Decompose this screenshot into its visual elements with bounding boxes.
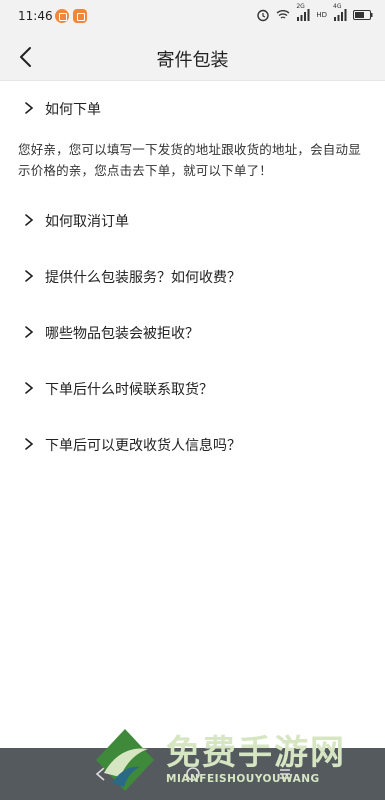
faq-item-0[interactable]: 如何下单 xyxy=(0,81,385,137)
faq-question: 下单后什么时候联系取货？ xyxy=(45,382,213,398)
chevron-right-icon xyxy=(25,438,34,450)
status-indicators: 2G HD 4G xyxy=(256,3,373,22)
status-time: 11:46 xyxy=(18,9,53,23)
faq-question: 提供什么包装服务？如何收费？ xyxy=(45,270,241,286)
net-2g-label: 2G xyxy=(296,3,305,10)
faq-item-1[interactable]: 如何取消订单 xyxy=(0,193,385,249)
faq-item-5[interactable]: 下单后可以更改收货人信息吗？ xyxy=(0,417,385,473)
home-circle-icon xyxy=(186,767,200,781)
status-bar: 11:46 2G HD 4G xyxy=(0,0,385,34)
signal-4g-icon: 4G xyxy=(333,3,347,21)
system-back-button[interactable] xyxy=(90,764,110,784)
system-home-button[interactable] xyxy=(183,764,203,784)
back-triangle-icon xyxy=(95,767,105,781)
hd-label: HD xyxy=(316,11,327,19)
faq-answer: 您好亲，您可以填写一下发货的地址跟收货的地址，会自动显示价格的亲，您点击去下单，… xyxy=(18,142,361,178)
faq-item-4[interactable]: 下单后什么时候联系取货？ xyxy=(0,361,385,417)
app-notification-icon xyxy=(73,9,87,23)
faq-question: 如何取消订单 xyxy=(45,214,129,230)
faq-list: 如何下单 您好亲，您可以填写一下发货的地址跟收货的地址，会自动显示价格的亲，您点… xyxy=(0,81,385,473)
faq-question: 哪些物品包装会被拒收？ xyxy=(45,326,199,342)
chevron-right-icon xyxy=(25,102,34,114)
wifi-icon xyxy=(276,10,290,19)
faq-question: 下单后可以更改收货人信息吗？ xyxy=(45,438,241,454)
message-notification-icon xyxy=(55,9,69,23)
system-navigation-bar xyxy=(0,748,385,800)
faq-question: 如何下单 xyxy=(45,102,101,118)
alarm-icon xyxy=(257,9,270,22)
menu-icon xyxy=(280,769,290,779)
chevron-right-icon xyxy=(25,270,34,282)
chevron-right-icon xyxy=(25,382,34,394)
chevron-right-icon xyxy=(25,326,34,338)
header-bar: 寄件包装 xyxy=(0,34,385,81)
system-menu-button[interactable] xyxy=(275,764,295,784)
signal-2g-icon: 2G xyxy=(296,3,310,21)
faq-item-3[interactable]: 哪些物品包装会被拒收？ xyxy=(0,305,385,361)
page-title: 寄件包装 xyxy=(156,50,229,71)
battery-icon xyxy=(353,10,373,20)
net-4g-label: 4G xyxy=(333,3,342,10)
chevron-right-icon xyxy=(25,214,34,226)
faq-item-2[interactable]: 提供什么包装服务？如何收费？ xyxy=(0,249,385,305)
